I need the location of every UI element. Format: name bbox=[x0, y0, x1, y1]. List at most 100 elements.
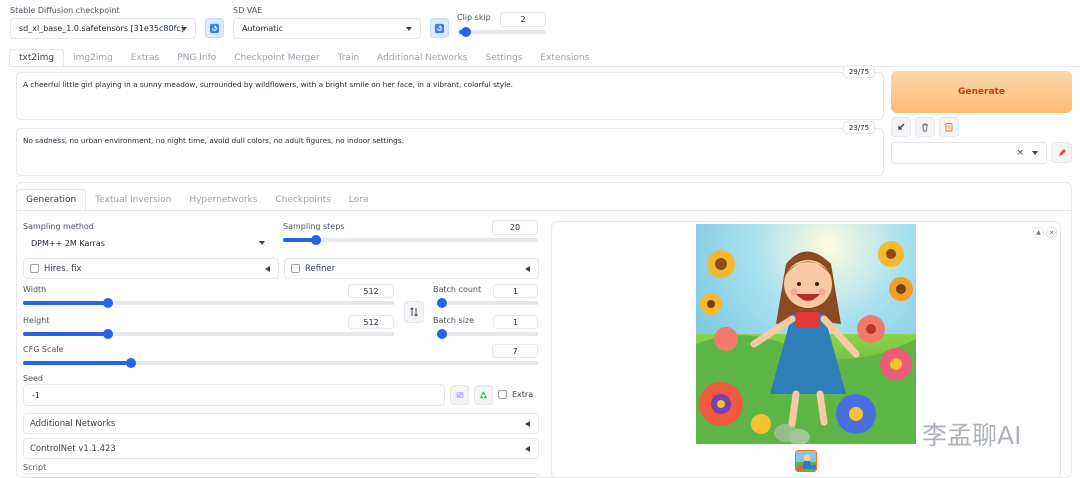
subtab-generation[interactable]: Generation bbox=[16, 189, 87, 211]
sampling-method-label: Sampling method bbox=[23, 222, 94, 231]
batch-size-slider[interactable] bbox=[437, 329, 538, 339]
tab-checkpoint-merger[interactable]: Checkpoint Merger bbox=[225, 49, 328, 67]
refresh-icon bbox=[434, 23, 445, 33]
batch-size-knob[interactable] bbox=[437, 329, 447, 339]
watermark: 李孟聊AI bbox=[772, 416, 1021, 452]
negative-prompt-textarea[interactable]: No sadness, no urban environment, no nig… bbox=[16, 128, 884, 176]
width-slider[interactable] bbox=[23, 298, 394, 308]
clear-prompt-button[interactable] bbox=[915, 117, 935, 137]
collapse-arrow-icon bbox=[265, 265, 270, 272]
cfg-scale-label: CFG Scale bbox=[23, 345, 64, 354]
gallery-thumbnail[interactable] bbox=[795, 450, 817, 472]
tab-img2img[interactable]: img2img bbox=[64, 49, 122, 67]
extra-seed-toggle[interactable]: Extra bbox=[498, 390, 533, 399]
refiner-label: Refiner bbox=[305, 263, 336, 274]
paste-params-button[interactable] bbox=[891, 117, 911, 137]
tab-additional-networks[interactable]: Additional Networks bbox=[368, 49, 476, 67]
chevron-down-icon bbox=[1032, 151, 1038, 155]
collapse-arrow-icon bbox=[525, 445, 530, 452]
generated-image[interactable] bbox=[696, 224, 916, 444]
seed-input[interactable]: -1 bbox=[23, 384, 445, 406]
prompt-token-counter: 29/75 bbox=[843, 65, 875, 78]
reuse-seed-button[interactable] bbox=[474, 385, 493, 405]
refresh-icon bbox=[209, 23, 220, 33]
tab-extensions[interactable]: Extensions bbox=[531, 49, 598, 67]
seed-label: Seed bbox=[23, 374, 43, 383]
download-icon[interactable]: ▲ bbox=[1033, 227, 1044, 238]
batch-count-label: Batch count bbox=[433, 285, 482, 294]
subtab-textual-inversion[interactable]: Textual Inversion bbox=[86, 189, 180, 211]
styles-select[interactable]: × bbox=[891, 142, 1047, 164]
subtab-checkpoints[interactable]: Checkpoints bbox=[266, 189, 339, 211]
refresh-checkpoint-button[interactable] bbox=[205, 18, 224, 38]
random-seed-button[interactable] bbox=[450, 385, 469, 405]
subtab-hypernetworks[interactable]: Hypernetworks bbox=[180, 189, 266, 211]
close-icon[interactable]: ✕ bbox=[1046, 227, 1057, 238]
tab-png-info[interactable]: PNG Info bbox=[168, 49, 225, 67]
edit-styles-button[interactable] bbox=[1051, 142, 1072, 163]
watermark-text: 李孟聊AI bbox=[922, 421, 1022, 450]
swap-icon bbox=[410, 307, 418, 317]
collapse-arrow-icon bbox=[525, 420, 530, 427]
height-fill bbox=[23, 332, 109, 336]
negative-token-counter: 23/75 bbox=[843, 121, 875, 134]
wechat-logo-icon bbox=[774, 424, 810, 445]
checkpoint-select[interactable]: sd_xl_base_1.0.safetensors [31e35c80fc] bbox=[10, 18, 196, 39]
swap-dimensions-button[interactable] bbox=[404, 301, 424, 323]
prompt-text: A cheerful little girl playing in a sunn… bbox=[23, 80, 513, 89]
hires-fix-checkbox[interactable] bbox=[30, 264, 39, 273]
width-input[interactable]: 512 bbox=[348, 284, 394, 298]
tab-train[interactable]: Train bbox=[329, 49, 369, 67]
batch-size-label: Batch size bbox=[433, 316, 475, 325]
width-fill bbox=[23, 301, 109, 305]
batch-count-slider[interactable] bbox=[437, 298, 538, 308]
script-select[interactable] bbox=[23, 473, 539, 478]
vae-label: SD VAE bbox=[233, 6, 263, 15]
sampling-steps-slider[interactable] bbox=[283, 235, 538, 245]
height-slider[interactable] bbox=[23, 329, 394, 339]
apply-styles-button[interactable] bbox=[939, 117, 959, 137]
cfg-scale-slider[interactable] bbox=[23, 358, 538, 368]
refiner-checkbox[interactable] bbox=[291, 264, 300, 273]
extra-checkbox[interactable] bbox=[498, 390, 507, 399]
refresh-vae-button[interactable] bbox=[430, 18, 449, 38]
width-label: Width bbox=[23, 285, 47, 294]
clip-skip-slider[interactable] bbox=[459, 27, 546, 37]
refiner-accordion[interactable]: Refiner bbox=[284, 258, 539, 279]
chevron-down-icon bbox=[259, 241, 265, 245]
vae-select[interactable]: Automatic bbox=[233, 18, 421, 39]
additional-networks-accordion[interactable]: Additional Networks bbox=[23, 413, 539, 434]
trash-icon bbox=[922, 123, 928, 132]
batch-count-input[interactable]: 1 bbox=[493, 284, 538, 298]
checkpoint-label: Stable Diffusion checkpoint bbox=[10, 6, 120, 15]
hires-fix-label: Hires. fix bbox=[44, 263, 82, 274]
cfg-scale-input[interactable]: 7 bbox=[492, 344, 538, 358]
tab-extras[interactable]: Extras bbox=[122, 49, 168, 67]
clip-skip-input[interactable]: 2 bbox=[500, 12, 546, 27]
generate-button[interactable]: Generate bbox=[891, 71, 1072, 113]
sampling-steps-label: Sampling steps bbox=[283, 222, 345, 231]
sampling-method-select[interactable]: DPM++ 2M Karras bbox=[23, 233, 273, 253]
subtab-lora[interactable]: Lora bbox=[340, 189, 378, 211]
prompt-textarea[interactable]: A cheerful little girl playing in a sunn… bbox=[16, 72, 884, 120]
height-input[interactable]: 512 bbox=[348, 315, 394, 329]
hires-fix-accordion[interactable]: Hires. fix bbox=[23, 258, 279, 279]
batch-size-input[interactable]: 1 bbox=[493, 315, 538, 329]
additional-networks-label: Additional Networks bbox=[30, 418, 116, 429]
checkpoint-value: sd_xl_base_1.0.safetensors [31e35c80fc] bbox=[19, 24, 184, 33]
chevron-down-icon bbox=[181, 26, 187, 31]
batch-count-knob[interactable] bbox=[437, 298, 447, 308]
sampling-steps-input[interactable]: 20 bbox=[492, 220, 538, 235]
tab-txt2img[interactable]: txt2img bbox=[9, 49, 65, 67]
clipboard-icon bbox=[945, 123, 953, 132]
clip-skip-knob[interactable] bbox=[460, 27, 471, 37]
pencil-icon bbox=[1058, 148, 1066, 156]
tab-settings[interactable]: Settings bbox=[476, 49, 531, 67]
controlnet-label: ControlNet v1.1.423 bbox=[30, 443, 116, 454]
clear-styles-icon[interactable]: × bbox=[1016, 148, 1024, 158]
negative-prompt-text: No sadness, no urban environment, no nig… bbox=[23, 136, 404, 145]
arrow-icon bbox=[898, 123, 905, 130]
vae-value: Automatic bbox=[242, 24, 284, 33]
controlnet-accordion[interactable]: ControlNet v1.1.423 bbox=[23, 438, 539, 459]
sampling-method-value: DPM++ 2M Karras bbox=[31, 238, 105, 248]
